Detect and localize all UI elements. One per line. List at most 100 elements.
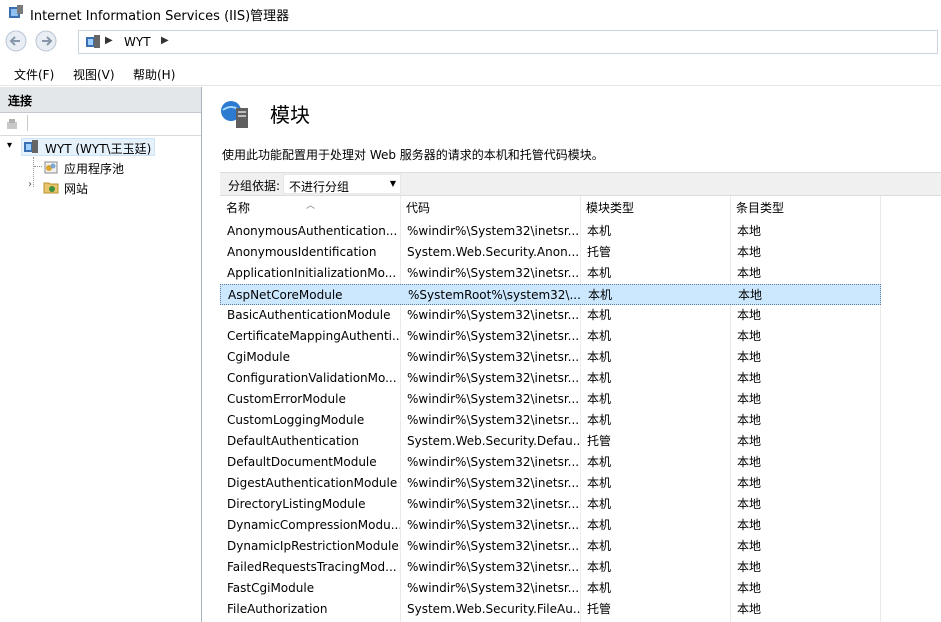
back-arrow-icon[interactable] [4,30,28,52]
tree-node-label: 应用程序池 [64,162,125,176]
page-description: 使用此功能配置用于处理对 Web 服务器的请求的本机和托管代码模块。 [222,148,604,162]
toolbar-divider [27,115,28,131]
address-bar[interactable]: ▶ WYT ▶ [78,30,938,54]
cell-code: %windir%\System32\inetsr... [407,371,580,385]
cell-code: %windir%\System32\inetsr... [407,455,580,469]
cell-entry-type: 本地 [737,329,762,343]
table-row[interactable]: FastCgiModule %windir%\System32\inetsr...… [220,578,881,599]
collapse-chevron-icon[interactable]: ▾ [7,140,12,151]
cell-entry-type: 本地 [737,245,762,259]
expand-chevron-icon[interactable]: › [28,179,32,190]
app-pool-icon [44,161,58,174]
cell-module-type: 本机 [587,392,612,406]
cell-code: %windir%\System32\inetsr... [407,266,580,280]
cell-entry-type: 本地 [737,476,762,490]
group-by-value: 不进行分组 [289,180,350,194]
table-row[interactable]: FileAuthorization System.Web.Security.Fil… [220,599,881,620]
cell-name: DefaultDocumentModule [227,455,377,469]
table-row[interactable]: DefaultAuthentication System.Web.Security… [220,431,881,452]
forward-arrow-icon[interactable] [34,30,58,52]
table-row[interactable]: DigestAuthenticationModule %windir%\Syste… [220,473,881,494]
cell-entry-type: 本地 [737,434,762,448]
menu-view[interactable]: 视图(V) [73,66,115,83]
cell-module-type: 本机 [587,266,612,280]
cell-name: FastCgiModule [227,581,315,595]
tree-node-label: WYT (WYT\王玉廷) [45,142,152,156]
cell-entry-type: 本地 [737,560,762,574]
cell-entry-type: 本地 [737,224,762,238]
table-row[interactable]: DefaultDocumentModule %windir%\System32\i… [220,452,881,473]
table-row[interactable]: DirectoryListingModule %windir%\System32\… [220,494,881,515]
table-row[interactable]: CustomErrorModule %windir%\System32\inets… [220,389,881,410]
cell-module-type: 本机 [587,413,612,427]
cell-name: DefaultAuthentication [227,434,359,448]
cell-name: AnonymousAuthentication... [227,224,398,238]
table-header: 名称 ︿ 代码 模块类型 条目类型 [220,196,881,220]
tree-line [34,166,42,167]
cell-entry-type: 本地 [737,602,762,616]
cell-module-type: 本机 [587,476,612,490]
dropdown-arrow-icon[interactable]: ▼ [390,179,396,188]
cell-entry-type: 本地 [737,392,762,406]
cell-module-type: 本机 [587,329,612,343]
table-row[interactable]: AspNetCoreModule %SystemRoot%\system32\..… [220,284,881,305]
cell-module-type: 本机 [587,539,612,553]
cell-module-type: 本机 [587,350,612,364]
cell-code: %windir%\System32\inetsr... [407,539,580,553]
cell-code: System.Web.Security.Anon... [407,245,580,259]
breadcrumb-node[interactable]: WYT [124,35,151,49]
column-header-code[interactable]: 代码 [400,196,580,220]
cell-name: ApplicationInitializationMo... [227,266,397,280]
connect-icon[interactable] [6,117,20,131]
cell-name: DirectoryListingModule [227,497,366,511]
cell-module-type: 本机 [587,224,612,238]
tree-node-app-pools[interactable]: 应用程序池 [0,157,160,177]
table-row[interactable]: DynamicIpRestrictionModule %windir%\Syste… [220,536,881,557]
server-icon [86,35,100,48]
cell-entry-type: 本地 [737,413,762,427]
cell-entry-type: 本地 [737,455,762,469]
tree-node-sites[interactable]: › 网站 [0,177,160,197]
title-bar: Internet Information Services (IIS)管理器 [0,0,941,26]
table-row[interactable]: CertificateMappingAuthenti... %windir%\Sy… [220,326,881,347]
cell-entry-type: 本地 [737,497,762,511]
cell-module-type: 托管 [587,602,612,616]
cell-module-type: 本机 [587,497,612,511]
cell-module-type: 本机 [587,581,612,595]
menu-help[interactable]: 帮助(H) [133,66,175,83]
cell-code: %SystemRoot%\system32\... [408,288,581,302]
cell-entry-type: 本地 [737,539,762,553]
table-row[interactable]: ApplicationInitializationMo... %windir%\S… [220,263,881,284]
menu-file[interactable]: 文件(F) [14,66,54,83]
column-header-label: 名称 [226,201,251,215]
table-row[interactable]: BasicAuthenticationModule %windir%\System… [220,305,881,326]
table-row[interactable]: ConfigurationValidationMo... %windir%\Sys… [220,368,881,389]
table-row[interactable]: FailedRequestsTracingMod... %windir%\Syst… [220,557,881,578]
column-header-entry-type[interactable]: 条目类型 [730,196,880,220]
breadcrumb-arrow-icon[interactable]: ▶ [105,35,113,46]
cell-module-type: 托管 [587,245,612,259]
group-by-bar: 分组依据: 不进行分组 ▼ [220,172,941,196]
cell-code: System.Web.Security.Defau... [407,434,580,448]
cell-code: %windir%\System32\inetsr... [407,224,580,238]
table-row[interactable]: CustomLoggingModule %windir%\System32\ine… [220,410,881,431]
column-header-name[interactable]: 名称 ︿ [220,196,400,220]
table-row[interactable]: AnonymousAuthentication... %windir%\Syste… [220,221,881,242]
iis-app-icon [9,5,23,18]
table-row[interactable]: CgiModule %windir%\System32\inetsr... 本机 本地 [220,347,881,368]
cell-entry-type: 本地 [737,581,762,595]
breadcrumb-arrow-icon[interactable]: ▶ [161,35,169,46]
table-row[interactable]: AnonymousIdentification System.Web.Securi… [220,242,881,263]
cell-entry-type: 本地 [737,308,762,322]
group-by-select[interactable]: 不进行分组 ▼ [283,174,401,194]
window-title: Internet Information Services (IIS)管理器 [30,9,290,24]
cell-code: %windir%\System32\inetsr... [407,413,580,427]
tree-node-server[interactable]: ▾ WYT (WYT\王玉廷) [0,137,160,157]
cell-name: DynamicIpRestrictionModule [227,539,399,553]
page-title: 模块 [270,103,310,127]
column-header-module-type[interactable]: 模块类型 [580,196,730,220]
modules-icon [221,101,248,128]
cell-module-type: 本机 [587,308,612,322]
table-row[interactable]: DynamicCompressionModu... %windir%\System… [220,515,881,536]
cell-name: FailedRequestsTracingMod... [227,560,397,574]
